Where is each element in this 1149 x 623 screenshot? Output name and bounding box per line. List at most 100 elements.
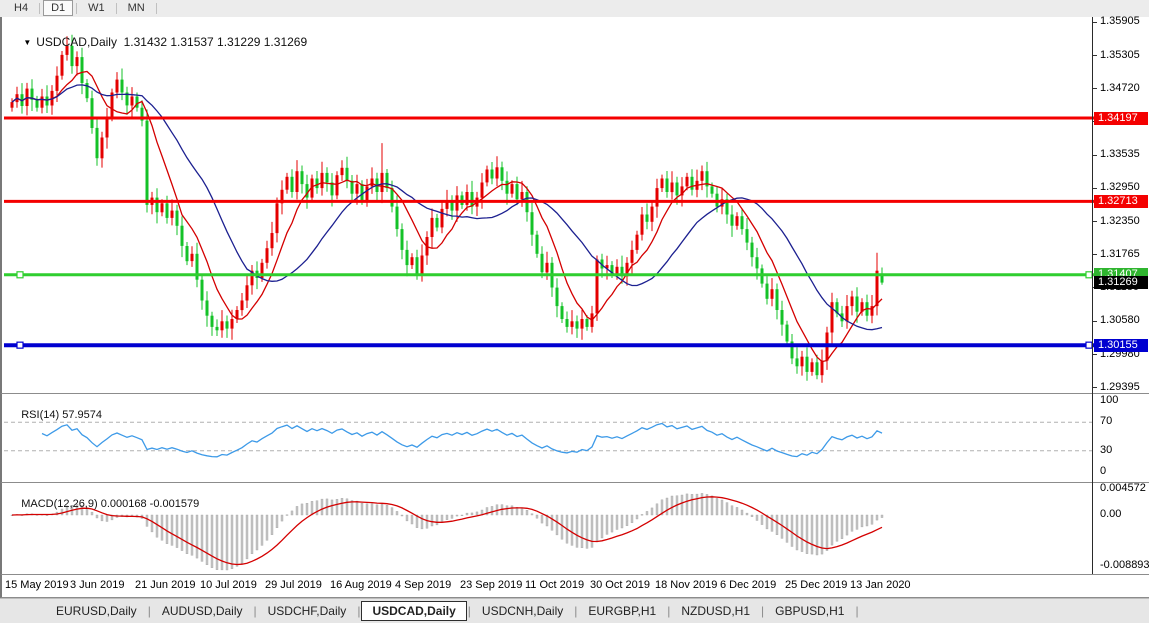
candle-body xyxy=(211,316,214,327)
candle-body xyxy=(556,288,559,307)
macd-histogram-bar xyxy=(586,515,588,548)
candle-body xyxy=(351,181,354,194)
chart-title: ▼USDCAD,Daily 1.31432 1.31537 1.31229 1.… xyxy=(10,21,307,63)
hline-handle[interactable] xyxy=(17,272,23,278)
macd-histogram-bar xyxy=(511,506,513,515)
main-chart-panel[interactable] xyxy=(0,17,1149,394)
macd-histogram-bar xyxy=(471,513,473,515)
chart-symbol-label: USDCAD,Daily xyxy=(36,35,117,49)
macd-histogram-bar xyxy=(836,515,838,541)
candle-body xyxy=(851,297,854,307)
macd-histogram-bar xyxy=(466,513,468,515)
date-tick-label: 13 Jan 2020 xyxy=(850,579,911,591)
timeframe-button-mn[interactable]: MN xyxy=(120,0,153,16)
candle-body xyxy=(41,97,44,108)
macd-histogram-bar xyxy=(341,498,343,515)
macd-histogram-bar xyxy=(881,515,883,518)
candle-body xyxy=(511,184,514,194)
candle-body xyxy=(441,209,444,228)
date-tick-label: 30 Oct 2019 xyxy=(590,579,650,591)
price-badge: 1.32713 xyxy=(1094,195,1148,208)
candle-body xyxy=(566,319,569,327)
candle-body xyxy=(46,97,49,106)
price-tick-mark xyxy=(1093,22,1097,23)
collapse-triangle-icon[interactable]: ▼ xyxy=(23,38,31,47)
rsi-plot[interactable] xyxy=(4,394,1094,482)
hline-handle[interactable] xyxy=(17,342,23,348)
date-tick-label: 29 Jul 2019 xyxy=(265,579,322,591)
candle-body xyxy=(686,177,689,187)
macd-histogram-bar xyxy=(841,515,843,539)
candle-body xyxy=(11,102,14,108)
price-tick-mark xyxy=(1093,88,1097,89)
candle-body xyxy=(91,98,94,128)
candle-body xyxy=(116,80,119,93)
timeframe-button-d1[interactable]: D1 xyxy=(43,0,73,16)
macd-histogram-bar xyxy=(316,501,318,515)
price-tick-label: 1.35905 xyxy=(1100,15,1140,28)
macd-histogram-bar xyxy=(331,500,333,515)
candle-body xyxy=(206,301,209,316)
macd-histogram-bar xyxy=(601,515,603,538)
timeframe-button-h4[interactable]: H4 xyxy=(6,0,36,16)
tab-audusd-daily[interactable]: AUDUSD,Daily xyxy=(152,601,253,621)
candlestick-plot[interactable] xyxy=(4,17,1094,393)
macd-histogram-bar xyxy=(231,515,233,569)
macd-histogram-bar xyxy=(411,515,413,524)
candle-body xyxy=(486,170,489,183)
candle-body xyxy=(436,218,439,228)
candle-body xyxy=(146,121,149,205)
macd-histogram-bar xyxy=(656,504,658,515)
candle-body xyxy=(266,248,269,263)
macd-histogram-bar xyxy=(856,515,858,529)
candle-body xyxy=(36,100,39,108)
candle-body xyxy=(381,173,384,192)
macd-histogram-bar xyxy=(286,515,288,516)
tab-separator: | xyxy=(854,604,859,618)
macd-histogram-bar xyxy=(521,508,523,515)
macd-histogram-bar xyxy=(216,515,218,570)
tab-nzdusd-h1[interactable]: NZDUSD,H1 xyxy=(671,601,760,621)
tab-eurgbp-h1[interactable]: EURGBP,H1 xyxy=(578,601,666,621)
macd-values: 0.000168 -0.001579 xyxy=(101,498,199,510)
macd-histogram-bar xyxy=(551,515,553,530)
candle-body xyxy=(416,257,419,274)
candle-body xyxy=(661,179,664,189)
candle-body xyxy=(406,250,409,265)
tab-usdchf-daily[interactable]: USDCHF,Daily xyxy=(258,601,357,621)
macd-histogram-bar xyxy=(641,514,643,515)
candle-body xyxy=(806,357,809,372)
candle-body xyxy=(396,207,399,230)
date-tick-label: 18 Nov 2019 xyxy=(655,579,717,591)
tab-eurusd-daily[interactable]: EURUSD,Daily xyxy=(46,601,147,621)
timeframe-button-w1[interactable]: W1 xyxy=(80,0,113,16)
candle-body xyxy=(171,211,174,218)
macd-histogram-bar xyxy=(751,515,753,517)
candle-body xyxy=(656,188,659,207)
candle-body xyxy=(456,195,459,210)
candle-body xyxy=(746,229,749,243)
macd-histogram-bar xyxy=(356,501,358,515)
tab-gbpusd-h1[interactable]: GBPUSD,H1 xyxy=(765,601,854,621)
macd-histogram-bar xyxy=(826,515,828,551)
macd-histogram-bar xyxy=(736,507,738,515)
macd-histogram-bar xyxy=(206,515,208,565)
candle-body xyxy=(186,246,189,261)
tab-usdcnh-daily[interactable]: USDCNH,Daily xyxy=(472,601,573,621)
macd-histogram-bar xyxy=(201,515,203,561)
macd-histogram-bar xyxy=(666,498,668,515)
rsi-panel[interactable] xyxy=(0,394,1149,483)
tab-usdcad-daily[interactable]: USDCAD,Daily xyxy=(361,601,466,621)
candle-body xyxy=(671,183,674,193)
date-tick-label: 25 Dec 2019 xyxy=(785,579,847,591)
candle-body xyxy=(701,171,704,181)
candle-body xyxy=(541,254,544,272)
candle-body xyxy=(846,306,849,321)
macd-histogram-bar xyxy=(306,503,308,515)
candle-body xyxy=(731,215,734,226)
macd-histogram-bar xyxy=(761,515,763,525)
candle-body xyxy=(711,186,714,193)
candle-body xyxy=(676,183,679,196)
candle-body xyxy=(136,97,139,108)
candle-body xyxy=(371,179,374,187)
